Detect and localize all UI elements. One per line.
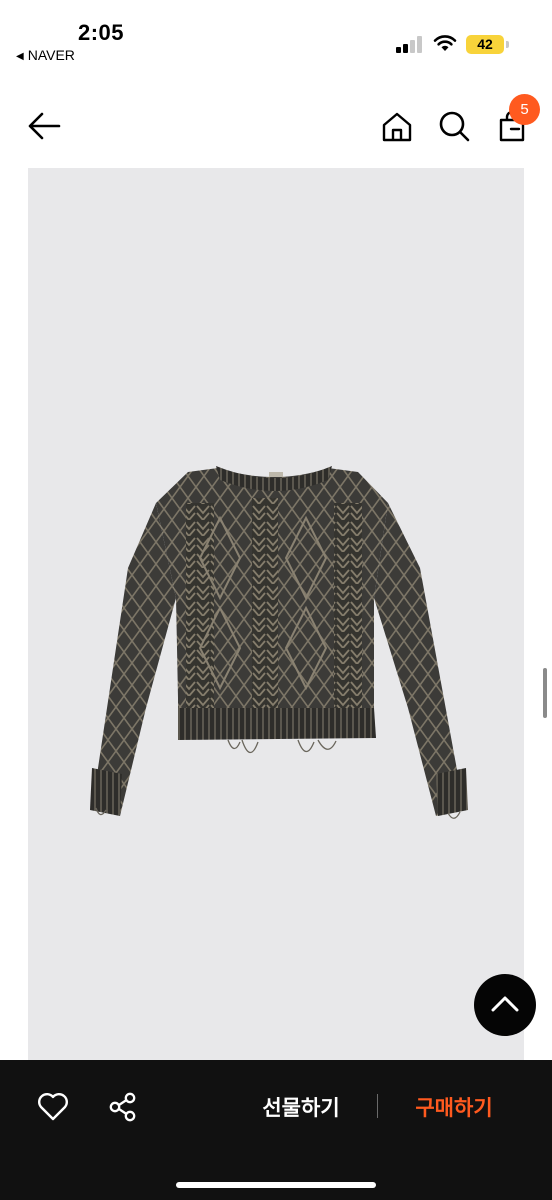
chevron-up-icon xyxy=(491,996,519,1012)
knit-sweater-image xyxy=(90,466,468,819)
back-app-label: NAVER xyxy=(27,47,75,63)
back-triangle-icon: ◀ xyxy=(16,51,24,62)
home-indicator[interactable] xyxy=(176,1182,376,1188)
bottom-action-bar: 선물하기 구매하기 xyxy=(0,1060,552,1200)
status-bar: 2:05 ◀ NAVER 42 xyxy=(0,0,552,70)
scroll-to-top-button[interactable] xyxy=(474,974,536,1036)
wifi-icon xyxy=(433,35,457,51)
heart-icon[interactable] xyxy=(36,1090,70,1122)
battery-indicator: 42 xyxy=(466,35,504,54)
home-icon[interactable] xyxy=(380,110,414,144)
app-header xyxy=(0,90,552,166)
product-image[interactable] xyxy=(28,168,524,1060)
back-to-app-link[interactable]: ◀ NAVER xyxy=(16,47,75,63)
cellular-signal-icon xyxy=(396,35,424,53)
buy-button[interactable]: 구매하기 xyxy=(398,1092,510,1122)
gift-button[interactable]: 선물하기 xyxy=(245,1092,357,1122)
share-icon[interactable] xyxy=(106,1090,140,1124)
scrollbar-thumb[interactable] xyxy=(543,668,547,718)
battery-nub xyxy=(506,41,509,48)
back-arrow-icon[interactable] xyxy=(26,110,62,142)
search-icon[interactable] xyxy=(437,109,471,143)
status-time: 2:05 xyxy=(78,20,125,45)
button-divider xyxy=(377,1094,378,1118)
cart-count-badge: 5 xyxy=(509,94,540,125)
